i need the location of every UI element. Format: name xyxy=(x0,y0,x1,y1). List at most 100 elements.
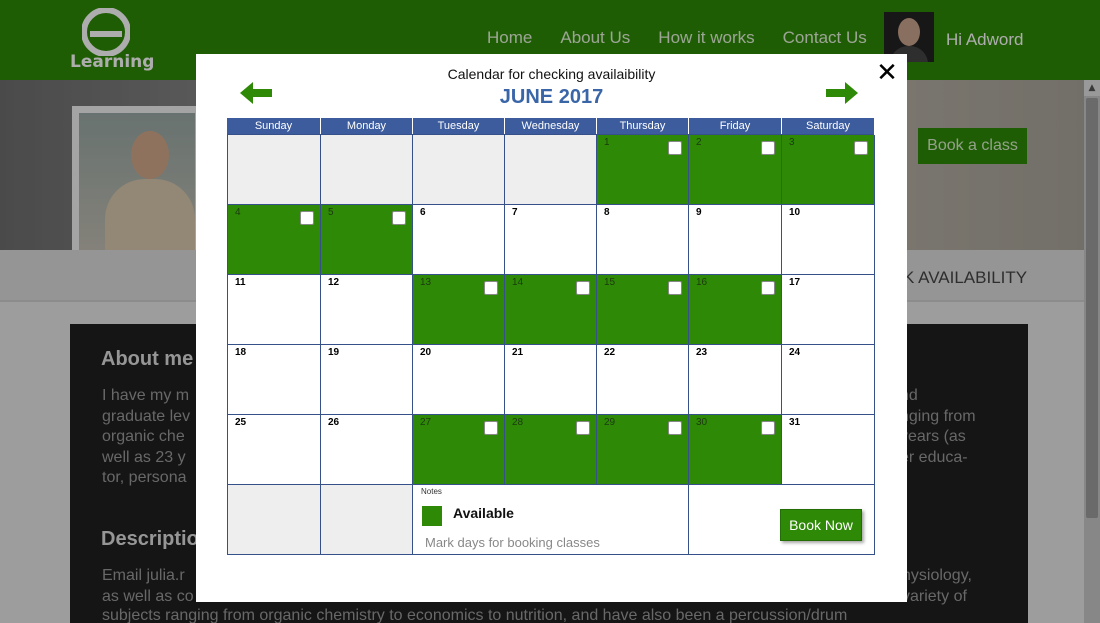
day-number: 17 xyxy=(789,277,801,288)
calendar-day-cell[interactable]: 15 xyxy=(597,275,689,345)
day-number: 16 xyxy=(696,277,708,288)
weekday-tuesday: Tuesday xyxy=(412,118,504,134)
book-now-button[interactable]: Book Now xyxy=(780,509,862,541)
calendar-day-cell: 18 xyxy=(228,345,321,415)
day-checkbox[interactable] xyxy=(576,281,590,295)
day-number: 18 xyxy=(235,347,247,358)
calendar-day-cell: 17 xyxy=(782,275,875,345)
calendar-day-cell[interactable]: 28 xyxy=(505,415,597,485)
weekday-wednesday: Wednesday xyxy=(504,118,596,134)
day-number: 15 xyxy=(604,277,616,288)
calendar-day-cell[interactable]: 13 xyxy=(413,275,505,345)
day-checkbox[interactable] xyxy=(576,421,590,435)
day-checkbox[interactable] xyxy=(761,421,775,435)
calendar-day-cell[interactable]: 30 xyxy=(689,415,782,485)
weekday-friday: Friday xyxy=(688,118,781,134)
booking-hint: Mark days for booking classes xyxy=(425,535,600,550)
calendar-day-cell: 24 xyxy=(782,345,875,415)
weekday-saturday: Saturday xyxy=(781,118,874,134)
day-number: 7 xyxy=(512,207,518,218)
day-number: 27 xyxy=(420,417,432,428)
day-number: 13 xyxy=(420,277,432,288)
calendar-empty-cell xyxy=(321,135,413,205)
day-checkbox[interactable] xyxy=(484,421,498,435)
day-number: 21 xyxy=(512,347,524,358)
day-number: 24 xyxy=(789,347,801,358)
day-number: 23 xyxy=(696,347,708,358)
day-checkbox[interactable] xyxy=(668,281,682,295)
day-number: 26 xyxy=(328,417,340,428)
calendar-day-cell: 12 xyxy=(321,275,413,345)
day-number: 20 xyxy=(420,347,432,358)
day-number: 30 xyxy=(696,417,708,428)
day-checkbox[interactable] xyxy=(854,141,868,155)
calendar-day-cell[interactable]: 16 xyxy=(689,275,782,345)
day-number: 28 xyxy=(512,417,524,428)
calendar-day-cell: 25 xyxy=(228,415,321,485)
calendar-day-cell[interactable]: 4 xyxy=(228,205,321,275)
calendar-day-cell: 26 xyxy=(321,415,413,485)
calendar-grid: 1 2 3 4 5 6 7 8 9 10 11 12 13 14 15 16 17 18 19 20 21 22 23 24 2… xyxy=(227,134,875,555)
day-checkbox[interactable] xyxy=(484,281,498,295)
day-number: 10 xyxy=(789,207,801,218)
weekday-thursday: Thursday xyxy=(596,118,688,134)
day-number: 12 xyxy=(328,277,340,288)
calendar-day-cell[interactable]: 1 xyxy=(597,135,689,205)
day-number: 14 xyxy=(512,277,524,288)
day-number: 6 xyxy=(420,207,426,218)
day-number: 9 xyxy=(696,207,702,218)
calendar-day-cell: 9 xyxy=(689,205,782,275)
calendar-day-cell[interactable]: 27 xyxy=(413,415,505,485)
calendar-day-cell[interactable]: 5 xyxy=(321,205,413,275)
notes-label: Notes xyxy=(421,487,442,496)
calendar-day-cell: 7 xyxy=(505,205,597,275)
calendar-day-cell: 21 xyxy=(505,345,597,415)
calendar-empty-cell xyxy=(228,485,321,555)
day-checkbox[interactable] xyxy=(668,141,682,155)
calendar-day-cell: 22 xyxy=(597,345,689,415)
day-number: 4 xyxy=(235,207,241,218)
calendar-day-cell[interactable]: 3 xyxy=(782,135,875,205)
day-number: 29 xyxy=(604,417,616,428)
day-checkbox[interactable] xyxy=(761,141,775,155)
calendar-day-cell[interactable]: 2 xyxy=(689,135,782,205)
day-number: 22 xyxy=(604,347,616,358)
day-number: 19 xyxy=(328,347,340,358)
day-number: 25 xyxy=(235,417,247,428)
calendar-empty-cell xyxy=(321,485,413,555)
weekday-monday: Monday xyxy=(320,118,412,134)
calendar-day-cell[interactable]: 29 xyxy=(597,415,689,485)
day-checkbox[interactable] xyxy=(300,211,314,225)
day-number: 8 xyxy=(604,207,610,218)
calendar-day-cell: 23 xyxy=(689,345,782,415)
weekday-sunday: Sunday xyxy=(254,120,293,132)
available-legend-label: Available xyxy=(453,505,514,521)
day-number: 31 xyxy=(789,417,801,428)
calendar-empty-cell xyxy=(228,135,321,205)
month-title: JUNE 2017 xyxy=(499,86,604,108)
book-now-cell: Book Now xyxy=(689,485,875,555)
day-number: 2 xyxy=(696,137,702,148)
calendar-empty-cell xyxy=(505,135,597,205)
calendar-day-cell: 11 xyxy=(228,275,321,345)
weekday-header: Sunday Monday Tuesday Wednesday Thursday… xyxy=(227,118,874,134)
modal-heading: Calendar for checking availaibility xyxy=(447,66,656,82)
day-number: 3 xyxy=(789,137,795,148)
calendar-day-cell: 31 xyxy=(782,415,875,485)
close-icon[interactable]: ✕ xyxy=(874,60,900,86)
calendar-day-cell[interactable]: 14 xyxy=(505,275,597,345)
calendar-day-cell: 10 xyxy=(782,205,875,275)
day-checkbox[interactable] xyxy=(392,211,406,225)
prev-month-arrow-icon[interactable] xyxy=(240,82,272,104)
day-checkbox[interactable] xyxy=(761,281,775,295)
notes-cell: Notes Available Mark days for booking cl… xyxy=(413,485,689,555)
next-month-arrow-icon[interactable] xyxy=(826,82,858,104)
day-number: 5 xyxy=(328,207,334,218)
day-checkbox[interactable] xyxy=(668,421,682,435)
calendar-day-cell: 19 xyxy=(321,345,413,415)
calendar-empty-cell xyxy=(413,135,505,205)
calendar-day-cell: 8 xyxy=(597,205,689,275)
calendar-day-cell: 20 xyxy=(413,345,505,415)
available-legend-swatch xyxy=(422,506,442,526)
calendar-day-cell: 6 xyxy=(413,205,505,275)
